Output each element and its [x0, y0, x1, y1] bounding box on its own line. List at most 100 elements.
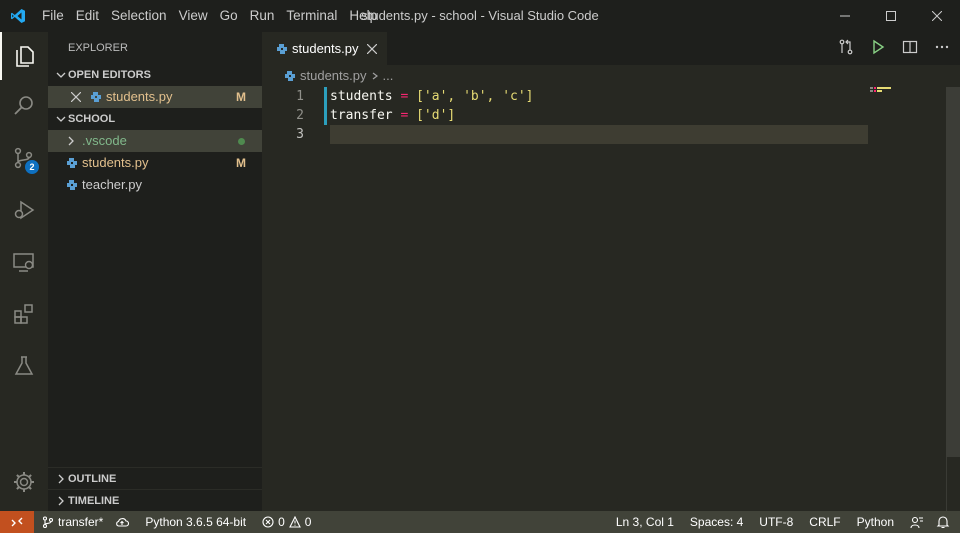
code-line-current: 3: [262, 125, 960, 144]
code-editor[interactable]: 1 students = ['a', 'b', 'c'] 2 transfer …: [262, 87, 960, 144]
menu-file[interactable]: File: [36, 0, 70, 32]
open-editor-item[interactable]: students.py M: [48, 86, 262, 108]
breadcrumb-symbols[interactable]: ...: [383, 65, 394, 87]
feedback-icon: [910, 516, 923, 529]
maximize-icon: [886, 11, 896, 21]
error-count: 0: [278, 515, 285, 529]
cursor-position-status[interactable]: Ln 3, Col 1: [610, 511, 684, 533]
extensions-activity[interactable]: [0, 290, 48, 338]
editor-actions: [838, 32, 950, 65]
timeline-label: TIMELINE: [68, 494, 120, 507]
outline-label: OUTLINE: [68, 472, 117, 485]
code-line: 1 students = ['a', 'b', 'c']: [262, 87, 960, 106]
error-icon: [262, 516, 274, 528]
vertical-scrollbar-thumb[interactable]: [946, 87, 960, 457]
files-icon: [16, 46, 34, 67]
flask-icon: [14, 356, 34, 375]
open-editors-header[interactable]: OPEN EDITORS: [48, 64, 262, 86]
close-editor-icon[interactable]: [68, 92, 84, 102]
remote-explorer-icon: [13, 253, 34, 272]
language-mode-status[interactable]: Python: [851, 511, 904, 533]
menu-run[interactable]: Run: [244, 0, 281, 32]
gear-icon: [14, 472, 34, 492]
extensions-icon: [14, 304, 33, 324]
branch-status[interactable]: transfer*: [36, 511, 109, 533]
indentation-status[interactable]: Spaces: 4: [684, 511, 753, 533]
problems-status[interactable]: 0 0: [256, 511, 317, 533]
python-file-icon: [282, 70, 298, 82]
menu-go[interactable]: Go: [214, 0, 244, 32]
explorer-activity[interactable]: [0, 32, 48, 80]
split-editor-icon[interactable]: [902, 39, 918, 58]
operator-token: =: [400, 108, 409, 123]
run-file-icon[interactable]: [870, 39, 886, 58]
notifications-button[interactable]: [930, 511, 960, 533]
maximize-button[interactable]: [868, 0, 914, 32]
chevron-right-icon: [54, 474, 68, 484]
source-control-activity[interactable]: 2: [0, 134, 48, 182]
status-bar: transfer* Python 3.6.5 64-bit 0 0 Ln 3, …: [0, 511, 960, 533]
close-tab-icon[interactable]: [366, 43, 377, 54]
activity-bar: 2: [0, 32, 48, 511]
vscode-logo-icon: [0, 0, 36, 32]
eol-status[interactable]: CRLF: [803, 511, 850, 533]
title-bar: File Edit Selection View Go Run Terminal…: [0, 0, 960, 32]
variable-token: students: [330, 89, 393, 104]
cloud-upload-icon: [116, 518, 130, 527]
menu-bar: File Edit Selection View Go Run Terminal…: [36, 0, 383, 32]
current-line-highlight: [330, 125, 868, 144]
search-icon: [14, 96, 33, 115]
remote-indicator-button[interactable]: [0, 511, 34, 533]
minimize-button[interactable]: [822, 0, 868, 32]
minimap[interactable]: [868, 87, 946, 93]
bell-icon: [936, 516, 950, 529]
menu-help[interactable]: Help: [343, 0, 383, 32]
sync-status[interactable]: [109, 511, 135, 533]
code-line: 2 transfer = ['d']: [262, 106, 960, 125]
menu-selection[interactable]: Selection: [105, 0, 173, 32]
feedback-button[interactable]: [904, 511, 930, 533]
tree-item-vscode-folder[interactable]: .vscode: [48, 130, 262, 152]
warning-icon: [288, 516, 301, 528]
school-folder-header[interactable]: SCHOOL: [48, 108, 262, 130]
encoding-status[interactable]: UTF-8: [753, 511, 803, 533]
breadcrumb-file[interactable]: students.py: [300, 65, 367, 87]
testing-activity[interactable]: [0, 342, 48, 390]
menu-edit[interactable]: Edit: [70, 0, 105, 32]
explorer-title: EXPLORER: [68, 42, 128, 54]
open-changes-icon[interactable]: [838, 39, 854, 58]
remote-explorer-activity[interactable]: [0, 238, 48, 286]
tab-label: students.py: [292, 41, 359, 56]
chevron-down-icon: [54, 114, 68, 124]
python-interpreter-status[interactable]: Python 3.6.5 64-bit: [139, 511, 252, 533]
git-branch-icon: [42, 516, 54, 528]
python-file-icon: [274, 43, 290, 55]
tree-item-teacher[interactable]: teacher.py: [48, 174, 262, 196]
remote-icon: [11, 517, 23, 527]
variable-token: transfer: [330, 108, 393, 123]
close-window-button[interactable]: [914, 0, 960, 32]
tree-item-students[interactable]: students.py M: [48, 152, 262, 174]
menu-view[interactable]: View: [173, 0, 214, 32]
file-name: teacher.py: [82, 177, 142, 192]
warning-count: 0: [304, 515, 312, 529]
close-icon: [932, 11, 942, 21]
line-number: 3: [296, 127, 304, 142]
scm-count-badge: 2: [25, 160, 39, 174]
school-folder-label: SCHOOL: [68, 113, 116, 125]
search-activity[interactable]: [0, 82, 48, 130]
manage-activity[interactable]: [0, 458, 48, 506]
editor-area: students.py students.py ... 1 students =…: [262, 32, 960, 511]
list-literal-token: ['a', 'b', 'c']: [416, 89, 534, 104]
tab-students[interactable]: students.py: [262, 32, 387, 65]
python-file-icon: [88, 91, 104, 103]
timeline-header[interactable]: TIMELINE: [48, 489, 262, 511]
folder-name: .vscode: [82, 133, 127, 148]
chevron-right-icon: [66, 136, 76, 146]
menu-terminal[interactable]: Terminal: [280, 0, 343, 32]
run-debug-activity[interactable]: [0, 186, 48, 234]
chevron-right-icon: [54, 496, 68, 506]
outline-header[interactable]: OUTLINE: [48, 467, 262, 489]
python-file-icon: [64, 157, 80, 169]
more-actions-icon[interactable]: [934, 39, 950, 58]
